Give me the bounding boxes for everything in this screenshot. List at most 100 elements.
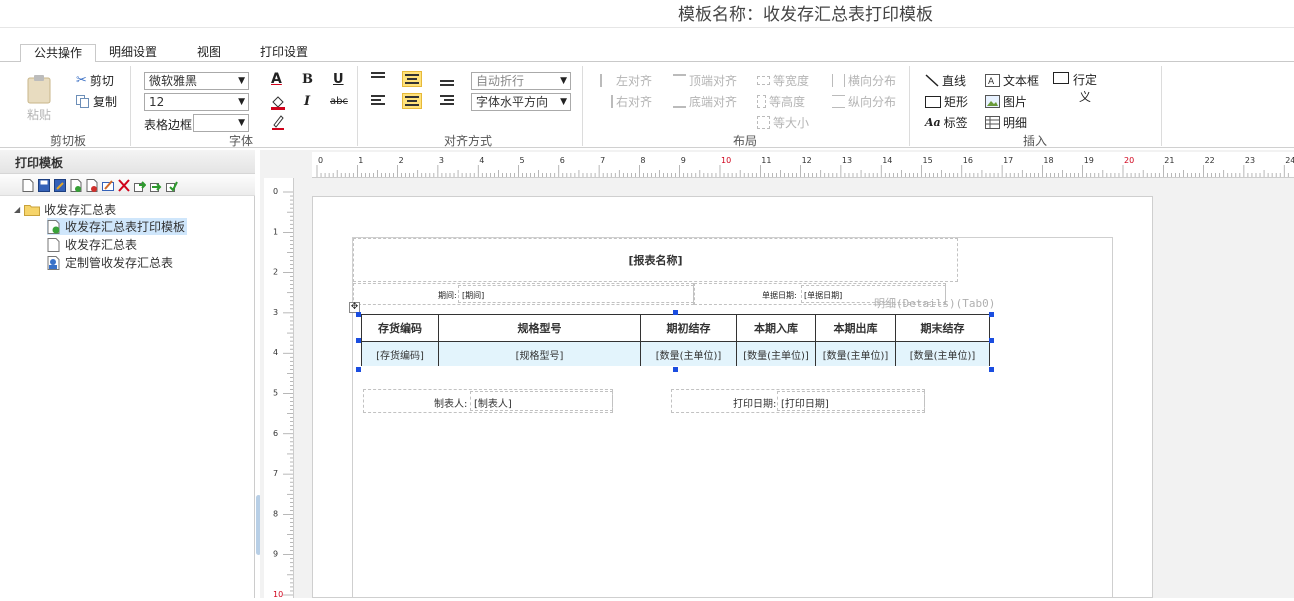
table-cell[interactable]: [数量(主单位)]: [737, 342, 816, 366]
table-cell[interactable]: [数量(主单位)]: [896, 342, 989, 366]
horizontal-distribute-button[interactable]: 横向分布: [832, 72, 896, 89]
cut-button[interactable]: ✂ 剪切: [76, 72, 114, 89]
font-family-select[interactable]: 微软雅黑 ▼: [144, 72, 249, 90]
import-icon[interactable]: [134, 179, 146, 192]
layout-top-align-button[interactable]: 顶端对齐: [673, 72, 737, 89]
align-bottom-icon: [440, 80, 454, 86]
ruler-ticks: 0 1 2 3 4 5 6 7 8 9 10 11 12 13 14 15 16 17 18 19 20 21 22 23 24: [316, 156, 1294, 177]
delete-icon[interactable]: [118, 179, 130, 192]
bold-button[interactable]: B: [302, 72, 313, 87]
report-title[interactable]: [报表名称]: [353, 252, 958, 268]
ruler-tick-label: 7: [273, 469, 278, 478]
period-value-box[interactable]: [458, 285, 694, 303]
ruler-tick-label: 9: [681, 156, 686, 165]
align-top-left-button[interactable]: [371, 72, 385, 84]
tab-common[interactable]: 公共操作: [20, 44, 96, 63]
copy-button[interactable]: 复制: [76, 93, 117, 110]
resize-handle[interactable]: [673, 367, 678, 372]
export-icon[interactable]: [150, 179, 162, 192]
pencil-icon: [272, 115, 284, 130]
insert-line-button[interactable]: 直线: [925, 72, 966, 89]
dropdown-arrow-icon: ▼: [238, 97, 245, 107]
rectangle-icon: [925, 95, 941, 108]
align-left-icon: [600, 74, 613, 87]
layout-left-align-button[interactable]: 左对齐: [600, 72, 652, 89]
new-icon[interactable]: [22, 179, 34, 192]
ruler-tick-label: 3: [439, 156, 444, 165]
tree-item[interactable]: 收发存汇总表: [47, 236, 137, 253]
insert-label-button[interactable]: Aa 标签: [925, 114, 968, 131]
detail-table[interactable]: 存货编码 规格型号 期初结存 本期入库 本期出库 期末结存 [存货编码] [规格…: [361, 314, 990, 366]
save-as-icon[interactable]: [54, 179, 66, 192]
font-color-button[interactable]: A: [271, 71, 282, 87]
resize-handle[interactable]: [989, 312, 994, 317]
refresh-icon[interactable]: [166, 179, 178, 192]
tab-detail-settings[interactable]: 明细设置: [100, 44, 166, 62]
resize-handle[interactable]: [356, 312, 361, 317]
layout-bottom-align-button[interactable]: 底端对齐: [673, 93, 737, 110]
ruler-tick-label: 15: [923, 156, 933, 165]
resize-handle[interactable]: [989, 338, 994, 343]
column-header[interactable]: 本期出库: [816, 315, 896, 341]
tab-print-settings[interactable]: 打印设置: [252, 44, 316, 62]
insert-textbox-button[interactable]: A 文本框: [985, 72, 1039, 89]
fill-color-button[interactable]: [270, 94, 286, 110]
border-color-button[interactable]: [271, 114, 285, 130]
align-top-center-button[interactable]: [402, 71, 422, 87]
resize-handle[interactable]: [673, 310, 678, 315]
insert-rect-button[interactable]: 矩形: [925, 93, 968, 110]
tab-view[interactable]: 视图: [188, 44, 230, 62]
resize-handle[interactable]: [356, 367, 361, 372]
align-top-right-button[interactable]: [440, 76, 454, 86]
equal-size-button[interactable]: 等大小: [757, 114, 809, 131]
insert-image-button[interactable]: 图片: [985, 93, 1027, 110]
table-cell[interactable]: [数量(主单位)]: [641, 342, 737, 366]
insert-row-def-button[interactable]: 行定义: [1053, 72, 1098, 106]
table-border-select[interactable]: ▼: [193, 114, 249, 132]
align-left-button[interactable]: [371, 95, 385, 107]
underline-button[interactable]: U: [333, 72, 344, 87]
insert-image-label: 图片: [1003, 95, 1028, 109]
separator: [909, 66, 910, 146]
font-size-select[interactable]: 12 ▼: [144, 93, 249, 111]
tree-item-selected[interactable]: 收发存汇总表打印模板: [47, 218, 188, 235]
tree-item[interactable]: 定制管收发存汇总表: [47, 254, 173, 271]
align-right-button[interactable]: [440, 95, 454, 107]
reject-doc-icon[interactable]: [86, 179, 98, 192]
equal-width-button[interactable]: 等宽度: [757, 72, 809, 89]
wrap-select[interactable]: 自动折行 ▼: [471, 72, 571, 90]
vertical-distribute-button[interactable]: 纵向分布: [832, 93, 896, 110]
tree-root[interactable]: ◢ 收发存汇总表: [14, 201, 116, 218]
align-center-button[interactable]: [402, 93, 422, 109]
paste-button[interactable]: 粘贴: [26, 74, 52, 123]
text-direction-select[interactable]: 字体水平方向 ▼: [471, 93, 571, 111]
table-cell[interactable]: [存货编码]: [362, 342, 439, 366]
column-header[interactable]: 期末结存: [896, 315, 989, 341]
layout-right-align-button[interactable]: 右对齐: [600, 93, 652, 110]
save-icon[interactable]: [38, 179, 50, 192]
ruler-tick-label: 11: [761, 156, 771, 165]
table-cell[interactable]: [规格型号]: [439, 342, 641, 366]
resize-handle[interactable]: [356, 338, 361, 343]
equal-size-icon: [757, 116, 770, 129]
insert-textbox-label: 文本框: [1003, 74, 1040, 88]
ruler-tick-label: 4: [273, 348, 278, 357]
strikethrough-button[interactable]: abc: [330, 96, 348, 107]
column-header[interactable]: 规格型号: [439, 315, 641, 341]
ruler-tick-label: 3: [273, 308, 278, 317]
edit-icon[interactable]: [102, 179, 114, 192]
resize-handle[interactable]: [989, 367, 994, 372]
label-icon: Aa: [925, 116, 941, 129]
approve-doc-icon[interactable]: [70, 179, 82, 192]
table-cell[interactable]: [数量(主单位)]: [816, 342, 896, 366]
column-header[interactable]: 本期入库: [737, 315, 816, 341]
equal-height-button[interactable]: 等高度: [757, 93, 805, 110]
column-header[interactable]: 期初结存: [641, 315, 737, 341]
equal-width-icon: [757, 76, 770, 85]
ruler-tick-label: 6: [273, 429, 278, 438]
column-header[interactable]: 存货编码: [362, 315, 439, 341]
insert-detail-button[interactable]: 明细: [985, 114, 1027, 131]
align-group-label: 对齐方式: [444, 134, 493, 148]
italic-button[interactable]: I: [304, 94, 310, 109]
expand-arrow-icon[interactable]: ◢: [14, 205, 20, 214]
